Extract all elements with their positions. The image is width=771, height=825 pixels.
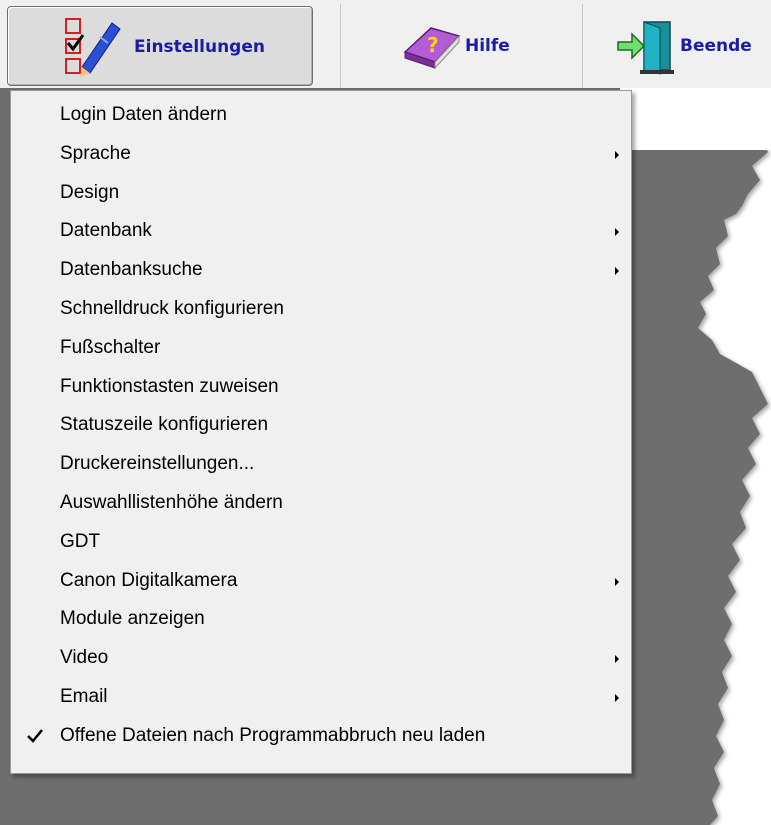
menu-item[interactable]: Funktionstasten zuweisen	[11, 369, 631, 407]
menu-item-label: Datenbanksuche	[60, 259, 203, 281]
menu-item[interactable]: Schnelldruck konfigurieren	[11, 291, 631, 329]
menu-item[interactable]: Video	[11, 640, 631, 678]
menu-item[interactable]: Fußschalter	[11, 330, 631, 368]
menu-item-label: Druckereinstellungen...	[60, 453, 255, 475]
exit-button[interactable]: Beende	[610, 6, 771, 86]
menu-item-label: Fußschalter	[60, 336, 161, 358]
submenu-arrow-icon	[615, 577, 619, 586]
menu-item-label: Canon Digitalkamera	[60, 569, 238, 591]
settings-button-label: Einstellungen	[134, 37, 265, 57]
menu-item-label: Email	[60, 686, 108, 707]
menu-item[interactable]: Canon Digitalkamera	[11, 563, 631, 601]
menu-item[interactable]: GDT	[11, 524, 631, 562]
submenu-arrow-icon	[615, 267, 619, 276]
submenu-arrow-icon	[615, 655, 619, 664]
menu-item-label: Video	[60, 647, 109, 669]
menu-item[interactable]: Datenbanksuche	[11, 252, 631, 290]
checklist-pencil-icon	[60, 15, 124, 84]
settings-dropdown-menu: Login Daten ändern Sprache Design Datenbank…	[10, 90, 632, 774]
menu-item-label: Datenbank	[60, 220, 152, 242]
help-button-label: Hilfe	[465, 36, 510, 56]
help-button[interactable]: ? Hilfe	[395, 6, 565, 86]
menu-item[interactable]: Design	[11, 175, 631, 213]
menu-item-label: Design	[60, 181, 120, 203]
exit-button-label: Beende	[680, 36, 752, 56]
white-strip	[620, 88, 771, 150]
settings-button[interactable]: Einstellungen	[7, 6, 313, 86]
menu-item-label: Statuszeile konfigurieren	[60, 414, 269, 436]
submenu-arrow-icon	[615, 150, 619, 159]
menu-item-label: GDT	[60, 530, 101, 552]
menu-item-label: Schnelldruck konfigurieren	[60, 298, 284, 319]
menu-item-label: Auswahllistenhöhe ändern	[60, 492, 283, 513]
menu-item[interactable]: Email	[11, 679, 631, 717]
toolbar: Einstellungen ? Hilfe Beende	[0, 0, 771, 89]
menu-item[interactable]: Datenbank	[11, 213, 631, 251]
menu-item[interactable]: Login Daten ändern	[11, 97, 631, 135]
menu-item[interactable]: Druckereinstellungen...	[11, 446, 631, 484]
menu-item-label: Module anzeigen	[60, 608, 205, 630]
exit-door-icon	[616, 18, 676, 81]
menu-item[interactable]: Module anzeigen	[11, 601, 631, 639]
menu-item-label: Funktionstasten zuweisen	[60, 375, 279, 397]
menu-item-label: Sprache	[60, 142, 131, 164]
menu-item[interactable]: Auswahllistenhöhe ändern	[11, 485, 631, 523]
help-book-icon: ?	[401, 22, 463, 75]
menu-item[interactable]: Offene Dateien nach Programmabbruch neu …	[11, 718, 631, 756]
checkmark-icon	[27, 729, 43, 743]
submenu-arrow-icon	[615, 694, 619, 702]
menu-item[interactable]: Statuszeile konfigurieren	[11, 407, 631, 445]
menu-item-label: Login Daten ändern	[60, 104, 227, 125]
submenu-arrow-icon	[615, 228, 619, 237]
menu-item[interactable]: Sprache	[11, 136, 631, 174]
menu-item-label: Offene Dateien nach Programmabbruch neu …	[60, 724, 486, 746]
svg-text:?: ?	[427, 33, 439, 57]
